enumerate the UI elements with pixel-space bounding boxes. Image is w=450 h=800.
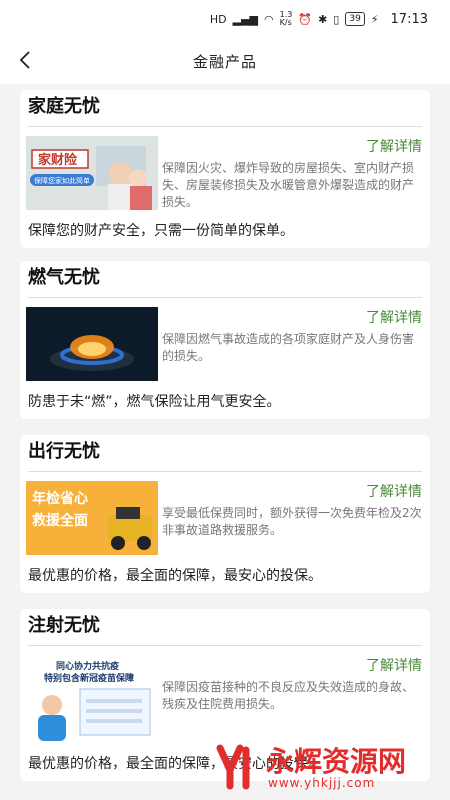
divider xyxy=(28,297,422,298)
alarm-icon: ⏰ xyxy=(298,12,313,26)
product-image: 同心协力共抗疫 特别包含新冠疫苗保障 xyxy=(26,655,158,745)
watermark-text: 永辉资源网 xyxy=(266,745,407,778)
learn-more-link[interactable]: 了解详情 xyxy=(366,481,422,501)
product-card-gas: 燃气无忧 了解详情 保障因燃气事故造成的各项家庭财产及人身伤害的损失。 防患于未… xyxy=(20,261,430,419)
chevron-left-icon xyxy=(19,51,30,69)
watermark-logo xyxy=(216,744,250,790)
product-card-travel: 出行无忧 年检省心 救援全面 了解详情 享受最低保费同时，额外获得一次免费年检及… xyxy=(20,435,430,593)
status-bar: HD ▂▄▆ ◠ 1.3 K/s ⏰ ✱ ▯ 39 ⚡ 17:13 xyxy=(0,0,450,38)
card-title: 家庭无忧 xyxy=(28,96,100,117)
back-button[interactable] xyxy=(14,48,38,72)
learn-more-link[interactable]: 了解详情 xyxy=(366,655,422,675)
charging-icon: ⚡ xyxy=(370,12,379,26)
page-title: 金融产品 xyxy=(192,52,257,71)
signal-icon: ▂▄▆ xyxy=(232,12,259,26)
card-slogan: 防患于未“燃”，燃气保险让用气更安全。 xyxy=(28,394,281,410)
net-speed: 1.3 K/s xyxy=(279,10,293,27)
divider xyxy=(28,126,422,127)
svg-text:同心协力共抗疫: 同心协力共抗疫 xyxy=(56,660,119,672)
svg-text:家财险: 家财险 xyxy=(38,152,78,168)
header: 金融产品 xyxy=(0,38,450,84)
battery-icon: 39 xyxy=(345,12,365,26)
card-slogan: 最优惠的价格，最全面的保障，最安心的投保。 xyxy=(28,568,322,584)
svg-text:救援全面: 救援全面 xyxy=(32,512,88,529)
card-title: 注射无忧 xyxy=(28,615,100,636)
vibrate-icon: ▯ xyxy=(333,12,340,26)
card-description: 保障因火灾、爆炸导致的房屋损失、室内财产损失、房屋装修损失及水暖管意外爆裂造成的… xyxy=(162,161,415,209)
svg-text:年检省心: 年检省心 xyxy=(32,490,88,507)
learn-more-link[interactable]: 了解详情 xyxy=(366,307,422,327)
learn-more-link[interactable]: 了解详情 xyxy=(366,136,422,156)
card-description: 保障因疫苗接种的不良反应及失效造成的身故、残疾及住院费用损失。 xyxy=(162,680,415,711)
hd-signal-icon: HD xyxy=(209,12,227,26)
product-card-home: 家庭无忧 家财险 保障您家如此简单 了解详情 保障因火灾、爆炸导致的房屋损失、室… xyxy=(20,90,430,248)
card-description: 享受最低保费同时，额外获得一次免费年检及2次非事故道路救援服务。 xyxy=(162,506,422,537)
divider xyxy=(28,645,422,646)
svg-text:保障您家如此简单: 保障您家如此简单 xyxy=(34,176,90,185)
watermark: 永辉资源网 www.yhkjjj.com xyxy=(210,736,450,800)
product-image: 年检省心 救援全面 xyxy=(26,481,158,555)
product-image xyxy=(26,307,158,381)
watermark-url: www.yhkjjj.com xyxy=(268,776,376,790)
card-title: 出行无忧 xyxy=(28,441,100,462)
card-description: 保障因燃气事故造成的各项家庭财产及人身伤害的损失。 xyxy=(162,332,415,363)
product-image: 家财险 保障您家如此简单 xyxy=(26,136,158,210)
clock: 17:13 xyxy=(390,11,428,27)
wifi-icon: ◠ xyxy=(264,12,274,26)
card-title: 燃气无忧 xyxy=(28,267,100,288)
product-list: 家庭无忧 家财险 保障您家如此简单 了解详情 保障因火灾、爆炸导致的房屋损失、室… xyxy=(0,84,450,800)
status-icons: HD ▂▄▆ ◠ 1.3 K/s ⏰ ✱ ▯ 39 ⚡ xyxy=(210,11,379,27)
svg-text:特别包含新冠疫苗保障: 特别包含新冠疫苗保障 xyxy=(44,672,134,684)
divider xyxy=(28,471,422,472)
bluetooth-icon: ✱ xyxy=(318,12,328,26)
card-slogan: 保障您的财产安全，只需一份简单的保单。 xyxy=(28,223,294,239)
